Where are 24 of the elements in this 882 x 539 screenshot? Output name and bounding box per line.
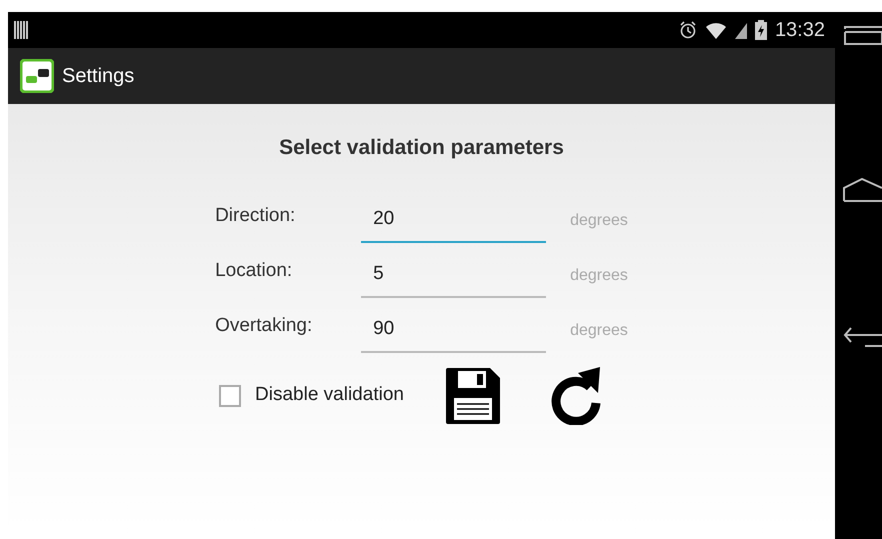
alarm-icon bbox=[678, 21, 697, 39]
input-field[interactable]: 20 bbox=[361, 202, 546, 242]
screen-title: Settings bbox=[62, 64, 134, 89]
input-field[interactable]: 90 bbox=[361, 312, 546, 352]
field-label: Overtaking: bbox=[215, 314, 314, 338]
checkbox-label: Disable validation bbox=[255, 383, 404, 408]
unit-label: degrees bbox=[569, 266, 628, 286]
unit-label: degrees bbox=[569, 210, 628, 230]
clock-time: 13:32 bbox=[774, 18, 825, 43]
unit-label: degrees bbox=[569, 320, 628, 340]
back-icon[interactable] bbox=[843, 326, 882, 348]
field-label: Location: bbox=[215, 259, 294, 283]
app-icon[interactable] bbox=[20, 59, 54, 93]
wifi-icon bbox=[704, 21, 727, 39]
section-heading: Select validation parameters bbox=[279, 135, 564, 161]
signal-icon bbox=[734, 21, 747, 39]
home-icon[interactable] bbox=[843, 178, 882, 202]
notification-icon bbox=[14, 21, 28, 39]
save-icon[interactable] bbox=[446, 368, 500, 424]
checkbox[interactable] bbox=[219, 384, 242, 406]
recent-apps-icon[interactable] bbox=[843, 25, 882, 45]
input-field[interactable]: 5 bbox=[361, 258, 546, 298]
field-label: Direction: bbox=[215, 204, 296, 228]
battery-icon bbox=[754, 20, 767, 40]
